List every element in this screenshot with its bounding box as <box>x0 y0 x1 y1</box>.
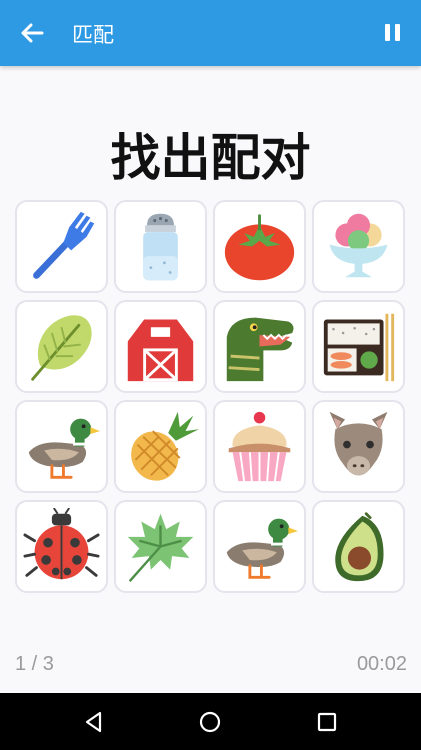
fork-icon <box>33 211 95 279</box>
leaf-icon <box>31 315 92 381</box>
ladybug-icon <box>23 508 100 580</box>
elapsed-timer: 00:02 <box>356 653 407 675</box>
card-tile[interactable] <box>15 400 108 493</box>
maple-leaf-icon <box>127 513 194 582</box>
card-tile[interactable] <box>213 400 306 493</box>
avocado-icon <box>335 512 384 582</box>
card-tile[interactable] <box>114 300 207 393</box>
nav-back-icon[interactable] <box>81 709 107 735</box>
pineapple-icon <box>131 411 199 481</box>
card-tile[interactable] <box>114 400 207 493</box>
card-tile[interactable] <box>114 200 207 293</box>
cupcake-icon <box>228 411 291 482</box>
app-bar-title: 匹配 <box>72 23 114 47</box>
pause-icon[interactable] <box>378 18 408 48</box>
ice-cream-icon <box>329 213 388 278</box>
page-title: 找出配对 <box>110 129 311 187</box>
card-tile[interactable] <box>15 200 108 293</box>
match-game-screen: 匹配 找出配对 1 / 3 00:02 <box>0 0 421 750</box>
bento-box-icon <box>323 313 395 382</box>
card-tile[interactable] <box>213 200 306 293</box>
card-tile[interactable] <box>312 200 405 293</box>
arrow-left-icon[interactable] <box>16 17 48 49</box>
card-tile[interactable] <box>15 500 108 593</box>
card-tile[interactable] <box>15 300 108 393</box>
card-tile[interactable] <box>312 300 405 393</box>
tomato-icon <box>224 214 295 281</box>
card-tile[interactable] <box>114 500 207 593</box>
llama-icon <box>329 411 388 476</box>
card-tile[interactable] <box>312 400 405 493</box>
round-progress: 1 / 3 <box>15 653 54 675</box>
app-bar: 匹配 <box>0 0 421 66</box>
duck-icon <box>28 418 100 479</box>
salt-shaker-icon <box>143 213 178 281</box>
card-grid <box>15 200 407 594</box>
barn-icon <box>124 315 197 382</box>
card-tile[interactable] <box>213 500 306 593</box>
t-rex-icon <box>226 317 294 382</box>
duck-icon <box>226 518 298 579</box>
nav-home-icon[interactable] <box>197 709 223 735</box>
card-tile[interactable] <box>213 300 306 393</box>
card-tile[interactable] <box>312 500 405 593</box>
nav-recents-icon[interactable] <box>314 709 340 735</box>
system-navigation-bar <box>0 693 421 750</box>
